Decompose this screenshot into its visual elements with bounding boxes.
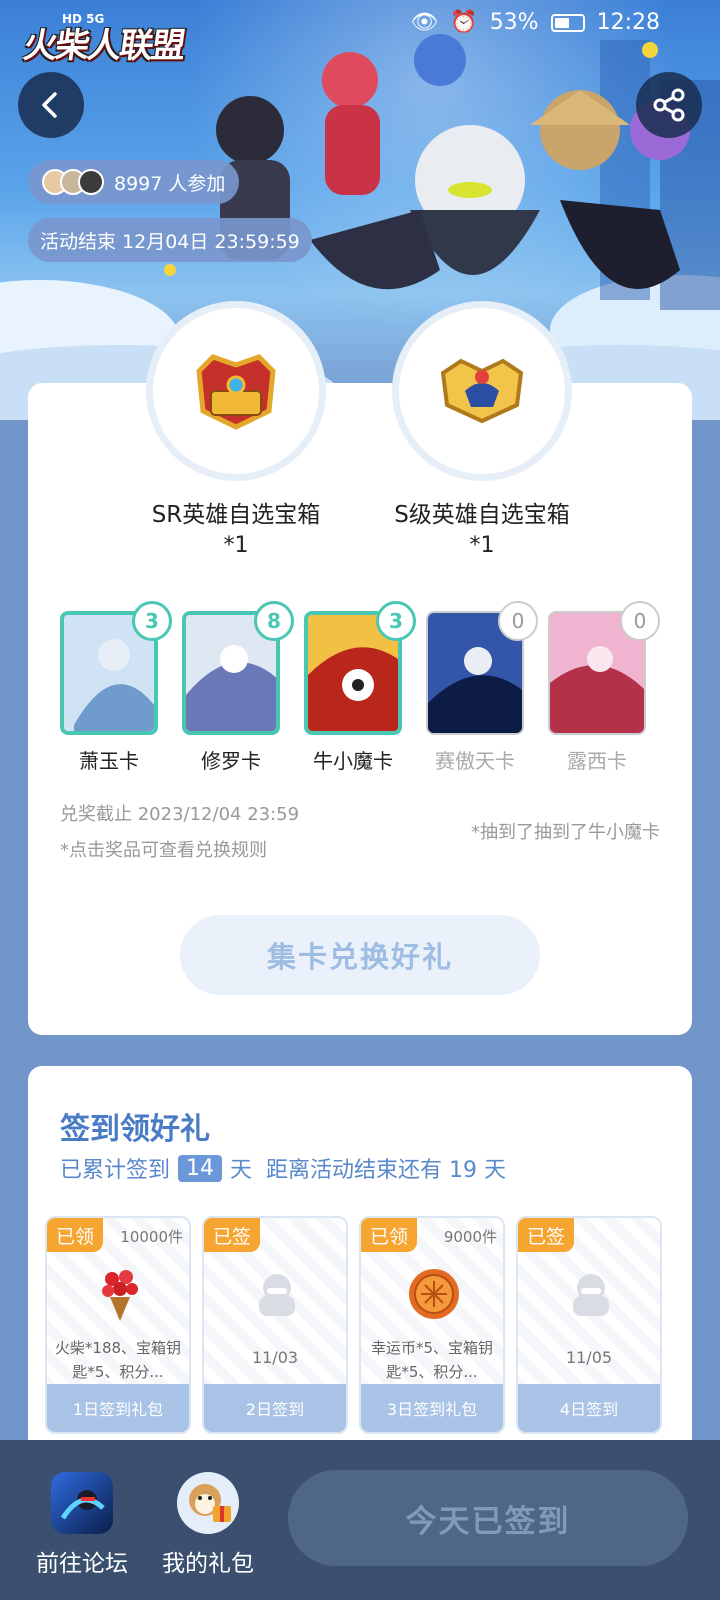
coin-icon <box>404 1264 464 1324</box>
s-chest-icon <box>440 358 524 424</box>
gift-footer: 4日签到 <box>518 1384 660 1432</box>
signin-suffix: 天 <box>230 1158 253 1183</box>
reward-qty: *1 <box>469 533 495 558</box>
my-gifts-label: 我的礼包 <box>162 1551 254 1577</box>
gift-stock: 10000件 <box>120 1228 183 1246</box>
card-count-badge: 3 <box>376 601 416 641</box>
hero-card-saiaotian[interactable]: 0 赛傲天卡 <box>426 601 538 774</box>
network-indicator: HD 5G <box>62 12 105 26</box>
hero-card-label: 萧玉卡 <box>79 749 139 773</box>
redeem-deadline: 兑奖截止 2023/12/04 23:59 <box>60 804 300 825</box>
battery-percent: 53% <box>489 10 539 35</box>
forum-app-icon <box>51 1472 113 1534</box>
bouquet-icon <box>90 1264 150 1324</box>
avatar <box>78 169 104 195</box>
my-gifts-button[interactable]: 我的礼包 <box>148 1472 268 1578</box>
hero-card-label: 牛小魔卡 <box>313 749 393 773</box>
gift-footer: 2日签到 <box>204 1384 346 1432</box>
status-bar: HD 5G 👁 ⏰ 53% 12:28 <box>0 0 720 48</box>
alarm-icon: ⏰ <box>450 10 478 35</box>
gift-status-tag: 已领 <box>47 1218 103 1252</box>
back-button[interactable] <box>18 72 84 138</box>
bottom-action-bar: 前往论坛 我的礼包 今天已签到 <box>0 1440 720 1600</box>
battery-icon <box>550 13 585 32</box>
forum-label: 前往论坛 <box>36 1551 128 1577</box>
hero-card-niuxiaomo[interactable]: 3 牛小魔卡 <box>304 601 416 774</box>
end-time-pill: 活动结束 12月04日 23:59:59 <box>28 218 312 262</box>
participant-avatars <box>42 169 104 195</box>
signin-gift-day4[interactable]: 已签 11/05 4日签到 <box>516 1216 662 1434</box>
share-icon <box>653 88 685 122</box>
hero-banner: 火柴人联盟 HD 5G 👁 ⏰ 53% 12:28 8997 人参加 活动结束 … <box>0 0 720 420</box>
signin-title: 签到领好礼 <box>60 1112 210 1147</box>
share-button[interactable] <box>636 72 702 138</box>
exchange-gift-button[interactable]: 集卡兑换好礼 <box>180 915 540 995</box>
hero-card-xiaoyu[interactable]: 3 萧玉卡 <box>60 601 172 774</box>
signin-prefix: 已累计签到 <box>60 1158 171 1183</box>
gift-date: 11/05 <box>565 1348 613 1367</box>
gift-footer: 3日签到礼包 <box>361 1384 503 1432</box>
reward-qty: *1 <box>223 533 249 558</box>
reward-sr-chest[interactable] <box>146 301 326 481</box>
placeholder-icon <box>247 1264 307 1324</box>
participants-count: 8997 人参加 <box>114 172 226 195</box>
gift-status-tag: 已签 <box>518 1218 574 1252</box>
participants-pill: 8997 人参加 <box>28 160 240 204</box>
gift-description: 火柴*188、宝箱钥匙*5、积分... <box>54 1339 182 1381</box>
hero-card-xiuluo[interactable]: 8 修罗卡 <box>182 601 294 774</box>
redeem-rules-tip: *点击奖品可查看兑换规则 <box>60 840 267 861</box>
clock: 12:28 <box>596 10 660 35</box>
placeholder-icon <box>561 1264 621 1324</box>
gift-footer: 1日签到礼包 <box>47 1384 189 1432</box>
card-count-badge: 8 <box>254 601 294 641</box>
go-to-forum-button[interactable]: 前往论坛 <box>22 1472 142 1578</box>
draw-result-note: *抽到了抽到了牛小魔卡 <box>471 822 660 843</box>
hero-card-luxi[interactable]: 0 露西卡 <box>548 601 660 774</box>
today-signed-button[interactable]: 今天已签到 <box>288 1470 688 1566</box>
card-count-badge: 0 <box>620 601 660 641</box>
hero-card-list: 3 萧玉卡 8 修罗卡 3 牛小魔卡 0 赛傲天卡 0 露西卡 <box>60 601 680 774</box>
hero-card-label: 修罗卡 <box>201 749 261 773</box>
eye-icon: 👁 <box>410 10 439 35</box>
gift-status-tag: 已领 <box>361 1218 417 1252</box>
signin-gift-list: 已领 10000件 火柴*188、宝箱钥匙*5、积分... 1日签到礼包 已签 <box>45 1216 685 1436</box>
signin-gift-day2[interactable]: 已签 11/03 2日签到 <box>202 1216 348 1434</box>
gift-status-tag: 已签 <box>204 1218 260 1252</box>
card-count-badge: 3 <box>132 601 172 641</box>
reward-name: SR英雄自选宝箱 <box>151 502 321 528</box>
hero-card-label: 赛傲天卡 <box>435 749 515 773</box>
card-collection-panel: SR英雄自选宝箱 *1 S级英雄自选宝箱 *1 3 萧玉卡 8 修罗卡 3 牛小… <box>28 301 692 1035</box>
hero-card-label: 露西卡 <box>567 749 627 773</box>
gift-date: 11/03 <box>251 1348 299 1367</box>
sr-chest-icon <box>196 354 276 430</box>
signin-days: 14 <box>178 1154 223 1182</box>
signin-gift-day3[interactable]: 已领 9000件 幸运币*5、宝箱钥匙*5、积分... 3日签到礼包 <box>359 1216 505 1434</box>
gift-box-icon <box>177 1472 239 1534</box>
gift-stock: 9000件 <box>443 1228 497 1246</box>
signin-remaining: 距离活动结束还有 19 天 <box>266 1158 507 1183</box>
reward-name: S级英雄自选宝箱 <box>394 502 570 528</box>
card-count-badge: 0 <box>498 601 538 641</box>
gift-description: 幸运币*5、宝箱钥匙*5、积分... <box>370 1339 494 1381</box>
chevron-left-icon <box>42 92 57 118</box>
signin-summary: 已累计签到 14 天 距离活动结束还有 19 天 <box>60 1152 506 1184</box>
signin-gift-day1[interactable]: 已领 10000件 火柴*188、宝箱钥匙*5、积分... 1日签到礼包 <box>45 1216 191 1434</box>
reward-s-chest[interactable] <box>392 301 572 481</box>
